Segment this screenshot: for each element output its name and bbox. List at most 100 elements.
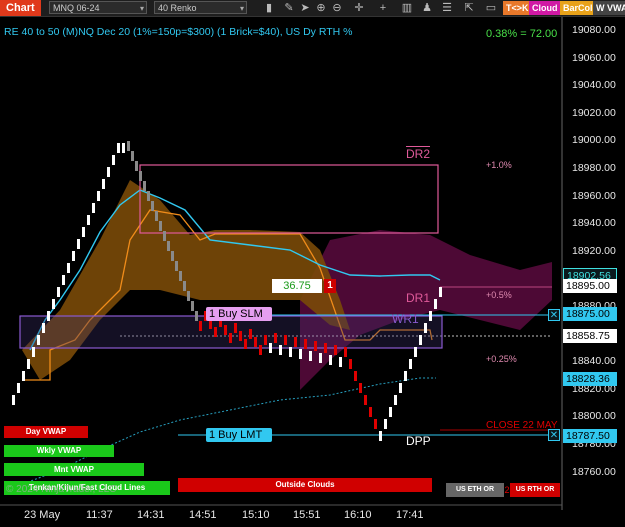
renko-brick (419, 335, 422, 345)
wr1-label: WR1 (392, 312, 419, 326)
price-tick: 19020.00 (572, 106, 616, 119)
renko-brick (195, 311, 198, 321)
price-tag-vwap: 18828.36 (563, 372, 617, 386)
renko-brick (135, 161, 138, 171)
renko-brick (191, 301, 194, 311)
us-rth-or-button[interactable]: US RTH OR (510, 483, 560, 497)
renko-brick (409, 359, 412, 369)
wkly-vwap-button[interactable]: Wkly VWAP (4, 445, 114, 457)
pct-025-label: +0.25% (486, 354, 517, 364)
price-tag-current: 18858.75 (563, 329, 617, 343)
renko-brick (424, 323, 427, 333)
renko-brick (234, 323, 237, 333)
price-tag-last: 18895.00 (563, 279, 617, 293)
renko-brick (155, 211, 158, 221)
renko-brick (349, 359, 352, 369)
renko-brick (77, 239, 80, 249)
renko-brick (344, 347, 347, 357)
dpp-label: DPP (406, 434, 431, 448)
renko-brick (87, 215, 90, 225)
day-vwap-button[interactable]: Day VWAP (4, 426, 88, 438)
renko-brick (224, 325, 227, 335)
time-label: 16:10 (344, 509, 372, 521)
renko-brick (37, 335, 40, 345)
renko-brick (339, 357, 342, 367)
renko-brick (179, 271, 182, 281)
renko-brick (274, 333, 277, 343)
price-tick: 18940.00 (572, 217, 616, 230)
renko-brick (299, 349, 302, 359)
mnt-vwap-button[interactable]: Mnt VWAP (4, 463, 144, 476)
renko-brick (183, 281, 186, 291)
renko-brick (107, 167, 110, 177)
renko-brick (434, 299, 437, 309)
outside-clouds-button[interactable]: Outside Clouds (178, 478, 432, 492)
renko-brick (249, 329, 252, 339)
renko-brick (127, 141, 130, 151)
renko-brick (304, 339, 307, 349)
renko-brick (399, 383, 402, 393)
close-label: CLOSE 22 MAY (486, 420, 558, 431)
renko-brick (67, 263, 70, 273)
close-order-icon[interactable]: ✕ (548, 429, 560, 441)
renko-brick (187, 291, 190, 301)
renko-brick (199, 321, 202, 331)
pct-1-label: +1.0% (486, 160, 512, 170)
renko-brick (324, 343, 327, 353)
renko-brick (229, 333, 232, 343)
renko-brick (374, 419, 377, 429)
top-right-readout: 0.38% = 72.00 (486, 28, 558, 40)
price-tick: 19060.00 (572, 51, 616, 64)
renko-brick (269, 343, 272, 353)
dr2-box (139, 164, 439, 234)
renko-brick (62, 275, 65, 285)
renko-brick (52, 299, 55, 309)
close-order-icon[interactable]: ✕ (548, 309, 560, 321)
renko-brick (171, 251, 174, 261)
renko-brick (414, 347, 417, 357)
price-tick: 18960.00 (572, 189, 616, 202)
renko-brick (394, 395, 397, 405)
renko-brick (175, 261, 178, 271)
time-label: 17:41 (396, 509, 424, 521)
renko-brick (294, 337, 297, 347)
renko-brick (163, 231, 166, 241)
renko-brick (72, 251, 75, 261)
cursor-value-box: 36.75 (272, 279, 322, 293)
renko-brick (117, 143, 120, 153)
price-tick: 19000.00 (572, 134, 616, 147)
time-label: 15:10 (242, 509, 270, 521)
price-tick: 18840.00 (572, 355, 616, 368)
renko-brick (264, 335, 267, 345)
renko-brick (384, 419, 387, 429)
buy-lmt-order[interactable]: 1 Buy LMT (206, 428, 272, 442)
buy-slm-order[interactable]: 1 Buy SLM (206, 307, 272, 321)
renko-brick (112, 155, 115, 165)
us-eth-or-button[interactable]: US ETH OR (446, 483, 504, 497)
renko-brick (27, 359, 30, 369)
price-tag-buy-lmt: 18787.50 (563, 429, 617, 443)
renko-brick (214, 327, 217, 337)
renko-brick (254, 337, 257, 347)
price-tick: 18800.00 (572, 410, 616, 423)
time-label: 14:51 (189, 509, 217, 521)
renko-brick (147, 191, 150, 201)
renko-brick (143, 181, 146, 191)
cursor-qty-box[interactable]: 1 (324, 279, 336, 293)
renko-brick (404, 371, 407, 381)
renko-brick (122, 143, 125, 153)
renko-brick (17, 383, 20, 393)
dr1-label: DR1 (406, 291, 431, 305)
renko-brick (239, 331, 242, 341)
pct-05-label: +0.5% (486, 290, 512, 300)
renko-brick (359, 383, 362, 393)
time-label: 15:51 (293, 509, 321, 521)
renko-brick (47, 311, 50, 321)
renko-brick (102, 179, 105, 189)
watermark: © 2024 NinjaTrader, LLC (6, 484, 117, 495)
renko-brick (309, 351, 312, 361)
renko-brick (131, 151, 134, 161)
price-tick: 18980.00 (572, 162, 616, 174)
renko-brick (244, 339, 247, 349)
price-tick: 19040.00 (572, 79, 616, 92)
